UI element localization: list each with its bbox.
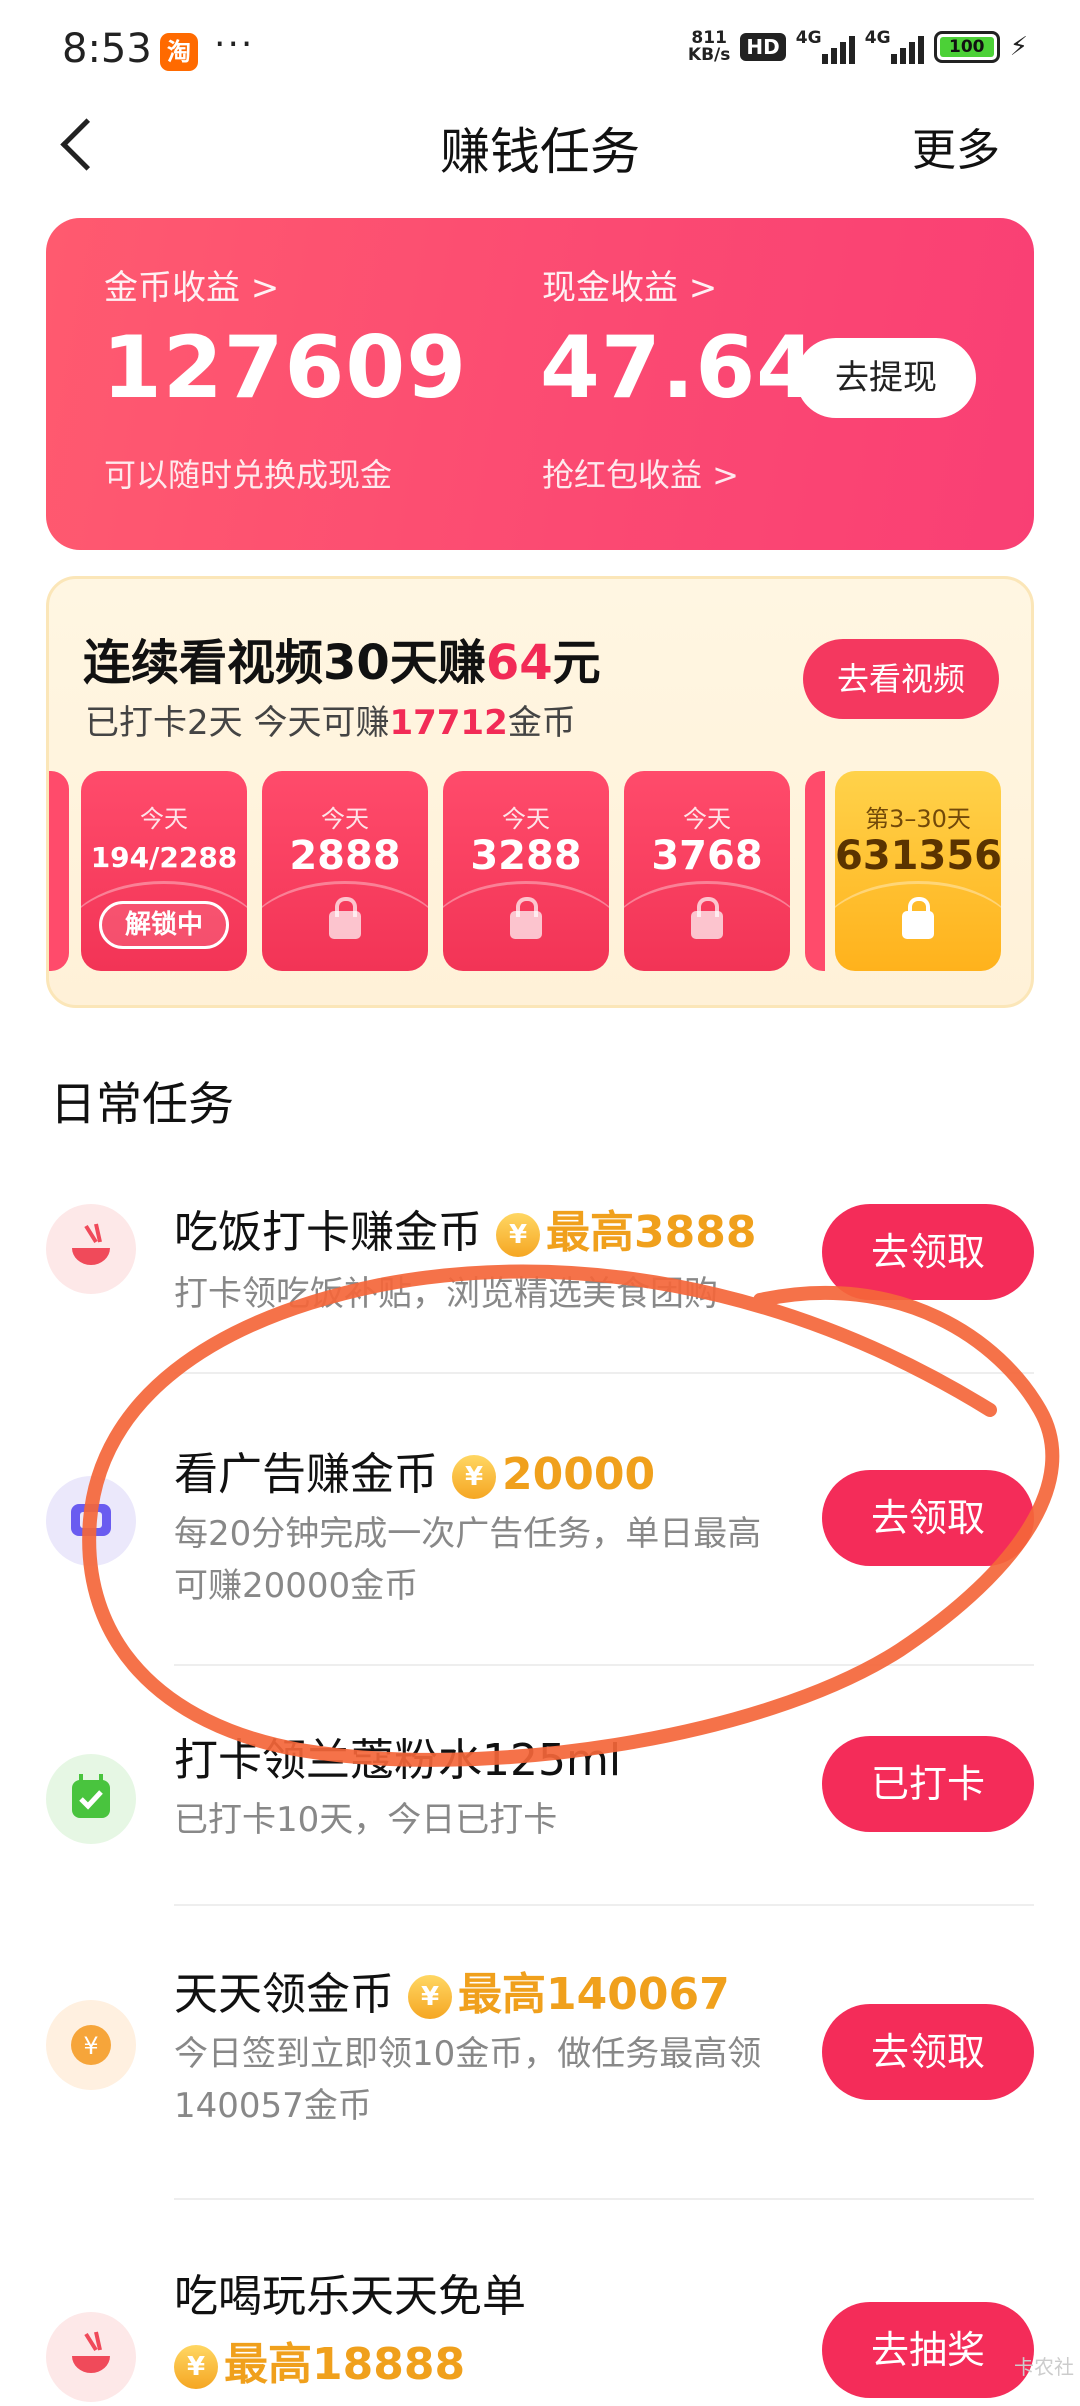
coin-icon: ¥ xyxy=(496,1213,540,1257)
day-card-previous xyxy=(49,771,69,971)
status-right: 811 KB/s HD 4G 4G 100 ⚡ xyxy=(687,28,1028,65)
task-title: 看广告赚金币 ¥20000 xyxy=(174,1449,656,1500)
video-streak-subtitle: 已打卡2天 今天可赚17712金币 xyxy=(85,703,576,743)
task-row-coins: ¥ 天天领金币 ¥ 最高140067 今日签到立即领10金币，做任务最高领14005… xyxy=(0,1920,1080,2170)
claim-button[interactable]: 去领取 xyxy=(822,1470,1034,1566)
day-card[interactable]: 今天 2888 xyxy=(262,771,428,971)
red-packet-earnings-link[interactable]: 抢红包收益 > xyxy=(542,450,739,496)
lock-icon xyxy=(691,897,723,939)
more-notifications-icon: ··· xyxy=(214,24,255,65)
task-title: 吃饭打卡赚金币 ¥ 最高3888 xyxy=(174,1207,757,1258)
bowl-icon xyxy=(46,2312,136,2402)
task-title: 天天领金币 ¥ 最高140067 xyxy=(174,1969,730,2020)
ad-icon xyxy=(46,1476,136,1566)
checked-in-button[interactable]: 已打卡 xyxy=(822,1736,1034,1832)
task-title: 打卡领兰蔻粉水125ml xyxy=(174,1735,622,1786)
task-description: 打卡领吃饭补贴，浏览精选美食团购 xyxy=(174,1274,718,1314)
calendar-check-icon xyxy=(46,1754,136,1844)
task-description: 每20分钟完成一次广告任务，单日最高可赚20000金币 xyxy=(174,1514,762,1606)
lock-icon xyxy=(329,897,361,939)
nav-header: 赚钱任务 更多 xyxy=(0,100,1080,200)
day-card[interactable]: 今天 3768 xyxy=(624,771,790,971)
watch-video-button[interactable]: 去看视频 xyxy=(803,639,999,719)
more-button[interactable]: 更多 xyxy=(912,114,1000,178)
earnings-card: 金币收益 > 127609 可以随时兑换成现金 现金收益 > 47.64 抢红包… xyxy=(46,218,1034,550)
task-reward: ¥ 最高18888 xyxy=(160,2328,465,2392)
claim-button[interactable]: 去领取 xyxy=(822,2004,1034,2100)
divider xyxy=(174,1904,1034,1906)
cash-earnings-value: 47.64 xyxy=(540,318,818,418)
lottery-button[interactable]: 去抽奖 xyxy=(822,2302,1034,2398)
status-bar: 8:53 淘 ··· 811 KB/s HD 4G 4G 100 ⚡ xyxy=(0,0,1080,100)
charging-icon: ⚡ xyxy=(1009,32,1028,62)
cash-earnings-link[interactable]: 现金收益 > xyxy=(542,260,717,309)
video-streak-title: 连续看视频30天赚64元 xyxy=(83,635,601,691)
watermark: 卡农社 xyxy=(1014,2355,1074,2379)
task-description: 今日签到立即领10金币，做任务最高领140057金币 xyxy=(174,2034,762,2126)
divider xyxy=(174,1664,1034,1666)
unlocking-badge: 解锁中 xyxy=(99,901,229,949)
divider xyxy=(174,1372,1034,1374)
withdraw-button[interactable]: 去提现 xyxy=(796,338,976,418)
task-row-meal: 吃饭打卡赚金币 ¥ 最高3888 打卡领吃饭补贴，浏览精选美食团购 去领取 xyxy=(0,1160,1080,1360)
coin-icon: ¥ xyxy=(452,1455,496,1499)
daily-tasks-title: 日常任务 xyxy=(50,1077,234,1131)
coin-icon: ¥ xyxy=(174,2345,218,2389)
status-time: 8:53 xyxy=(62,26,152,72)
day-rewards-strip[interactable]: 今天 194/2288 解锁中 今天 2888 今天 3288 今天 3768 … xyxy=(49,771,1031,971)
signal-icon-2: 4G xyxy=(865,28,924,64)
video-streak-card: 连续看视频30天赚64元 已打卡2天 今天可赚17712金币 去看视频 今天 1… xyxy=(46,576,1034,1008)
divider xyxy=(174,2198,1034,2200)
claim-button[interactable]: 去领取 xyxy=(822,1204,1034,1300)
coin-earnings-sub: 可以随时兑换成现金 xyxy=(104,456,393,494)
coin-earnings-link[interactable]: 金币收益 > xyxy=(104,260,279,309)
signal-icon: 4G xyxy=(796,28,855,64)
lock-icon xyxy=(902,897,934,939)
lock-icon xyxy=(510,897,542,939)
day-card-current[interactable]: 今天 194/2288 解锁中 xyxy=(81,771,247,971)
task-row-checkin: 打卡领兰蔻粉水125ml 已打卡10天，今日已打卡 已打卡 xyxy=(0,1680,1080,1900)
task-title: 吃喝玩乐天天免单 xyxy=(174,2271,526,2322)
coin-icon: ¥ xyxy=(408,1975,452,2019)
bowl-icon xyxy=(46,1204,136,1294)
taobao-notification-icon: 淘 xyxy=(160,33,198,71)
hd-voice-icon: HD xyxy=(740,33,786,61)
network-speed: 811 KB/s xyxy=(687,28,731,65)
battery-icon: 100 xyxy=(933,31,1000,63)
coin-earnings-value: 127609 xyxy=(102,318,468,418)
day-card[interactable]: 今天 3288 xyxy=(443,771,609,971)
task-description: 已打卡10天，今日已打卡 xyxy=(174,1800,558,1840)
day-card-final[interactable]: 第3–30天 631356 xyxy=(835,771,1001,971)
svg-text:¥: ¥ xyxy=(83,2032,98,2060)
day-card-divider xyxy=(805,771,825,971)
task-row-freebie: 吃喝玩乐天天免单 ¥ 最高18888 去抽奖 xyxy=(0,2220,1080,2402)
coin-icon: ¥ xyxy=(46,2000,136,2090)
task-row-ads: 看广告赚金币 ¥20000 每20分钟完成一次广告任务，单日最高可赚20000金币… xyxy=(0,1400,1080,1660)
